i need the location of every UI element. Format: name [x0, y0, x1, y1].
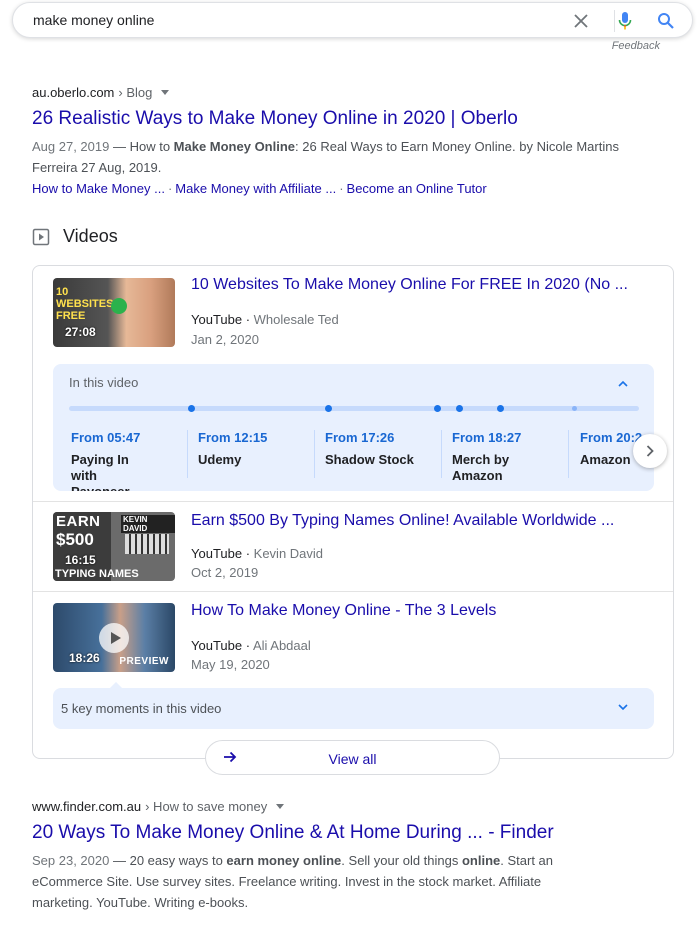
- video-duration: 27:08: [65, 325, 96, 339]
- moment-divider: [314, 430, 315, 478]
- timeline-marker[interactable]: [434, 405, 441, 412]
- key-moment[interactable]: From 17:26 Shadow Stock: [325, 430, 445, 468]
- moment-divider: [441, 430, 442, 478]
- video-channel: Kevin David: [253, 546, 324, 561]
- video-date: Jan 2, 2020: [191, 332, 259, 347]
- result-domain: au.oberlo.com: [32, 85, 115, 100]
- moment-name: Paying In with Payoneer: [71, 452, 130, 491]
- in-this-video-label: In this video: [69, 375, 139, 390]
- expand-chevron-down-icon[interactable]: [618, 700, 628, 714]
- video-source: YouTube · Ali Abdaal: [191, 638, 311, 653]
- video-duration: 16:15: [65, 553, 96, 567]
- search-input[interactable]: [33, 12, 533, 28]
- timeline-marker[interactable]: [456, 405, 463, 412]
- moment-name: Merch by Amazon: [452, 452, 510, 483]
- key-moment[interactable]: From 05:47 Paying In with Payoneer: [71, 430, 191, 491]
- video-divider: [33, 501, 673, 502]
- thumbnail-text: TYPING NAMES: [55, 568, 139, 580]
- timeline-track[interactable]: [69, 405, 639, 412]
- video-carousel-card: 10 WEBSITES FREE 27:08 10 Websites To Ma…: [32, 265, 674, 759]
- dropdown-arrow-icon[interactable]: [161, 90, 170, 95]
- microphone-icon[interactable]: [613, 9, 637, 33]
- key-moments-label: 5 key moments in this video: [61, 701, 222, 716]
- key-moment[interactable]: From 18:27 Merch by Amazon: [452, 430, 572, 484]
- result-breadcrumb: › How to save money: [145, 799, 268, 814]
- snippet-text: — 20 easy ways to: [109, 853, 227, 868]
- moment-time: From 12:15: [198, 430, 268, 445]
- video-source: YouTube · Wholesale Ted: [191, 312, 339, 327]
- moment-name: Udemy: [198, 452, 242, 467]
- video-channel: Ali Abdaal: [252, 638, 311, 653]
- thumbnail-tag: KEVIN DAVID: [121, 515, 175, 533]
- thumbnail-text: $500: [56, 530, 94, 549]
- video-thumbnail[interactable]: EARN $500 KEVIN DAVID TYPING NAMES 16:15: [53, 512, 175, 581]
- moment-divider: [187, 430, 188, 478]
- videos-heading: Videos: [63, 226, 118, 246]
- chevron-right-icon: [646, 445, 654, 457]
- videos-header: Videos: [32, 226, 118, 247]
- moment-divider: [568, 430, 569, 478]
- snippet-bold: earn money online: [226, 853, 342, 868]
- video-icon: [32, 228, 50, 245]
- clear-icon[interactable]: [569, 9, 593, 33]
- result-date: Sep 23, 2020: [32, 853, 110, 868]
- timeline-marker[interactable]: [325, 405, 332, 412]
- sitelinks: How to Make Money ... · Make Money with Af…: [32, 181, 487, 196]
- result-title-link[interactable]: 26 Realistic Ways to Make Money Online i…: [32, 108, 518, 130]
- result-title-link[interactable]: 20 Ways To Make Money Online & At Home D…: [32, 822, 554, 844]
- snippet-bold: Make Money Online: [173, 139, 296, 154]
- video-title-link[interactable]: 10 Websites To Make Money Online For FRE…: [191, 276, 628, 294]
- play-badge-icon: [111, 298, 127, 314]
- view-all-label: View all: [328, 751, 377, 767]
- preview-badge: PREVIEW: [119, 656, 169, 667]
- result-domain: www.finder.com.au: [32, 799, 142, 814]
- key-moments-expander[interactable]: 5 key moments in this video: [53, 688, 654, 729]
- sitelink[interactable]: Make Money with Affiliate ...: [175, 181, 336, 196]
- video-platform: YouTube: [191, 638, 243, 653]
- video-platform: YouTube: [191, 312, 243, 327]
- video-title-link[interactable]: Earn $500 By Typing Names Online! Availa…: [191, 512, 614, 530]
- thumbnail-text: EARN: [56, 513, 101, 530]
- snippet-bold: online: [461, 853, 501, 868]
- video-divider: [33, 591, 673, 592]
- timeline-marker[interactable]: [497, 405, 504, 412]
- moment-name: Shadow Stock: [325, 452, 414, 467]
- sitelink[interactable]: How to Make Money ...: [32, 181, 165, 196]
- search-box[interactable]: [12, 2, 693, 38]
- next-moments-button[interactable]: [633, 434, 667, 468]
- in-this-video-panel: In this video From 05:47 Paying In with P…: [53, 364, 654, 491]
- moment-time: From 18:27: [452, 430, 522, 445]
- result-cite: au.oberlo.com › Blog: [32, 85, 170, 100]
- result-snippet: Aug 27, 2019 — How to Make Money Online:…: [32, 136, 642, 178]
- result-breadcrumb: › Blog: [118, 85, 153, 100]
- dropdown-arrow-icon[interactable]: [276, 804, 285, 809]
- moment-time: From 05:47: [71, 430, 141, 445]
- result-date: Aug 27, 2019: [32, 139, 110, 154]
- video-source: YouTube · Kevin David: [191, 546, 324, 561]
- collapse-chevron-up-icon[interactable]: [618, 376, 628, 390]
- view-all-button[interactable]: View all: [205, 740, 500, 775]
- video-date: May 19, 2020: [191, 657, 270, 672]
- key-moment[interactable]: From 12:15 Udemy: [198, 430, 318, 468]
- sitelink[interactable]: Become an Online Tutor: [347, 181, 487, 196]
- video-duration: 18:26: [69, 651, 100, 665]
- result-cite: www.finder.com.au › How to save money: [32, 799, 285, 814]
- snippet-text: . Sell your old things: [341, 853, 462, 868]
- search-icon[interactable]: [654, 9, 678, 33]
- video-channel: Wholesale Ted: [253, 312, 339, 327]
- video-platform: YouTube: [191, 546, 243, 561]
- snippet-text: — How to: [109, 139, 174, 154]
- video-thumbnail[interactable]: 10 WEBSITES FREE 27:08: [53, 278, 175, 347]
- timeline-marker[interactable]: [188, 405, 195, 412]
- video-date: Oct 2, 2019: [191, 565, 259, 580]
- result-snippet: Sep 23, 2020 — 20 easy ways to earn mone…: [32, 850, 602, 913]
- moment-time: From 17:26: [325, 430, 395, 445]
- play-icon: [99, 623, 129, 653]
- feedback-link[interactable]: Feedback: [612, 40, 660, 52]
- video-title-link[interactable]: How To Make Money Online - The 3 Levels: [191, 602, 496, 620]
- video-thumbnail[interactable]: 18:26 PREVIEW: [53, 603, 175, 672]
- keyboard-icon: [125, 534, 169, 554]
- timeline-marker[interactable]: [572, 406, 577, 411]
